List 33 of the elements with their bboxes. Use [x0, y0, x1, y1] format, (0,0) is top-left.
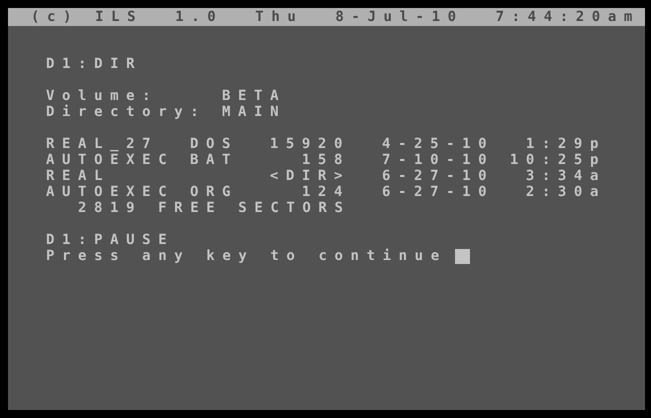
file-extension: BAT [190, 152, 238, 168]
file-extension: ORG [190, 184, 238, 200]
volume-value: BETA [222, 88, 288, 104]
status-text: 8-Jul-10 [335, 9, 464, 25]
command-text: D1:PAUSE [46, 232, 176, 248]
file-name: AUTOEXEC [46, 184, 176, 200]
file-name: REAL_27 [46, 136, 160, 152]
file-size: 158 [302, 152, 350, 168]
status-text: (c) ILS [31, 9, 144, 25]
free-sectors-text: 2819 FREE SECTORS [78, 200, 350, 216]
file-time: 2:30a [526, 184, 606, 200]
prompt-text: Press any key to continue [46, 248, 447, 264]
file-time: 3:34a [526, 168, 606, 184]
directory-value: MAIN [222, 104, 288, 120]
status-text: 7:44:20am [496, 9, 640, 25]
file-date: 4-25-10 [382, 136, 494, 152]
file-date: 6-27-10 [382, 184, 494, 200]
file-size: 15920 [270, 136, 350, 152]
file-name: AUTOEXEC [46, 152, 176, 168]
file-size: <DIR> [270, 168, 350, 184]
status-text: Thu [255, 9, 304, 25]
file-date: 6-27-10 [382, 168, 494, 184]
text-cursor [454, 248, 470, 264]
status-text: 1.0 [175, 9, 224, 25]
file-date: 7-10-10 [382, 152, 494, 168]
file-name: REAL [46, 168, 112, 184]
file-size: 124 [302, 184, 350, 200]
command-text: D1:DIR [46, 56, 144, 72]
file-time: 10:25p [510, 152, 606, 168]
file-extension: DOS [190, 136, 238, 152]
volume-label: Volume: [46, 88, 160, 104]
file-time: 1:29p [526, 136, 606, 152]
directory-label: Directory: [46, 104, 208, 120]
